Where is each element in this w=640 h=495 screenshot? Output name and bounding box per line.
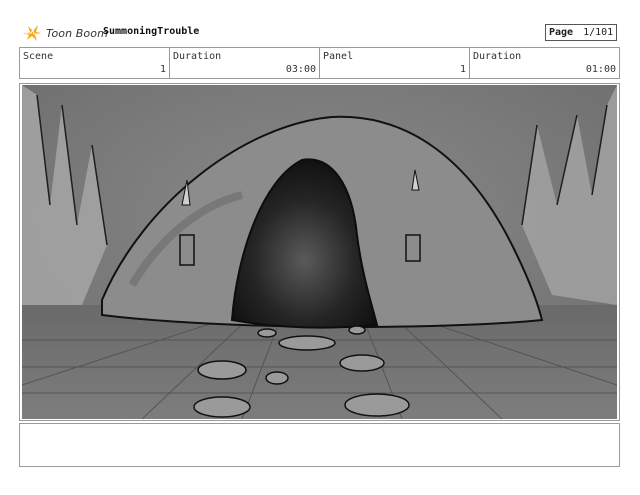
scene-duration-label: Duration bbox=[173, 51, 222, 62]
panel-value: 1 bbox=[459, 64, 466, 75]
toon-boom-logo-icon bbox=[23, 25, 41, 41]
scene-duration-cell: Duration 03:00 bbox=[170, 48, 320, 78]
scene-cell: Scene 1 bbox=[20, 48, 170, 78]
scene-label: Scene bbox=[23, 51, 54, 62]
panel-notes-box bbox=[19, 423, 620, 467]
toon-boom-logo: Toon Boom bbox=[22, 24, 108, 42]
page-indicator: Page 1/101 bbox=[545, 24, 617, 41]
page-label: Page bbox=[549, 27, 574, 38]
scene-duration-value: 03:00 bbox=[285, 64, 316, 75]
panel-info-row: Scene 1 Duration 03:00 Panel 1 Duration … bbox=[19, 47, 620, 79]
brand-name: Toon Boom bbox=[46, 26, 108, 40]
project-title: SummoningTrouble bbox=[103, 26, 200, 37]
storyboard-sketch bbox=[22, 85, 617, 419]
page-value: 1/101 bbox=[583, 27, 614, 38]
panel-duration-cell: Duration 01:00 bbox=[470, 48, 619, 78]
panel-duration-value: 01:00 bbox=[585, 64, 616, 75]
scene-value: 1 bbox=[159, 64, 166, 75]
panel-duration-label: Duration bbox=[473, 51, 522, 62]
panel-label: Panel bbox=[323, 51, 354, 62]
panel-cell: Panel 1 bbox=[320, 48, 470, 78]
